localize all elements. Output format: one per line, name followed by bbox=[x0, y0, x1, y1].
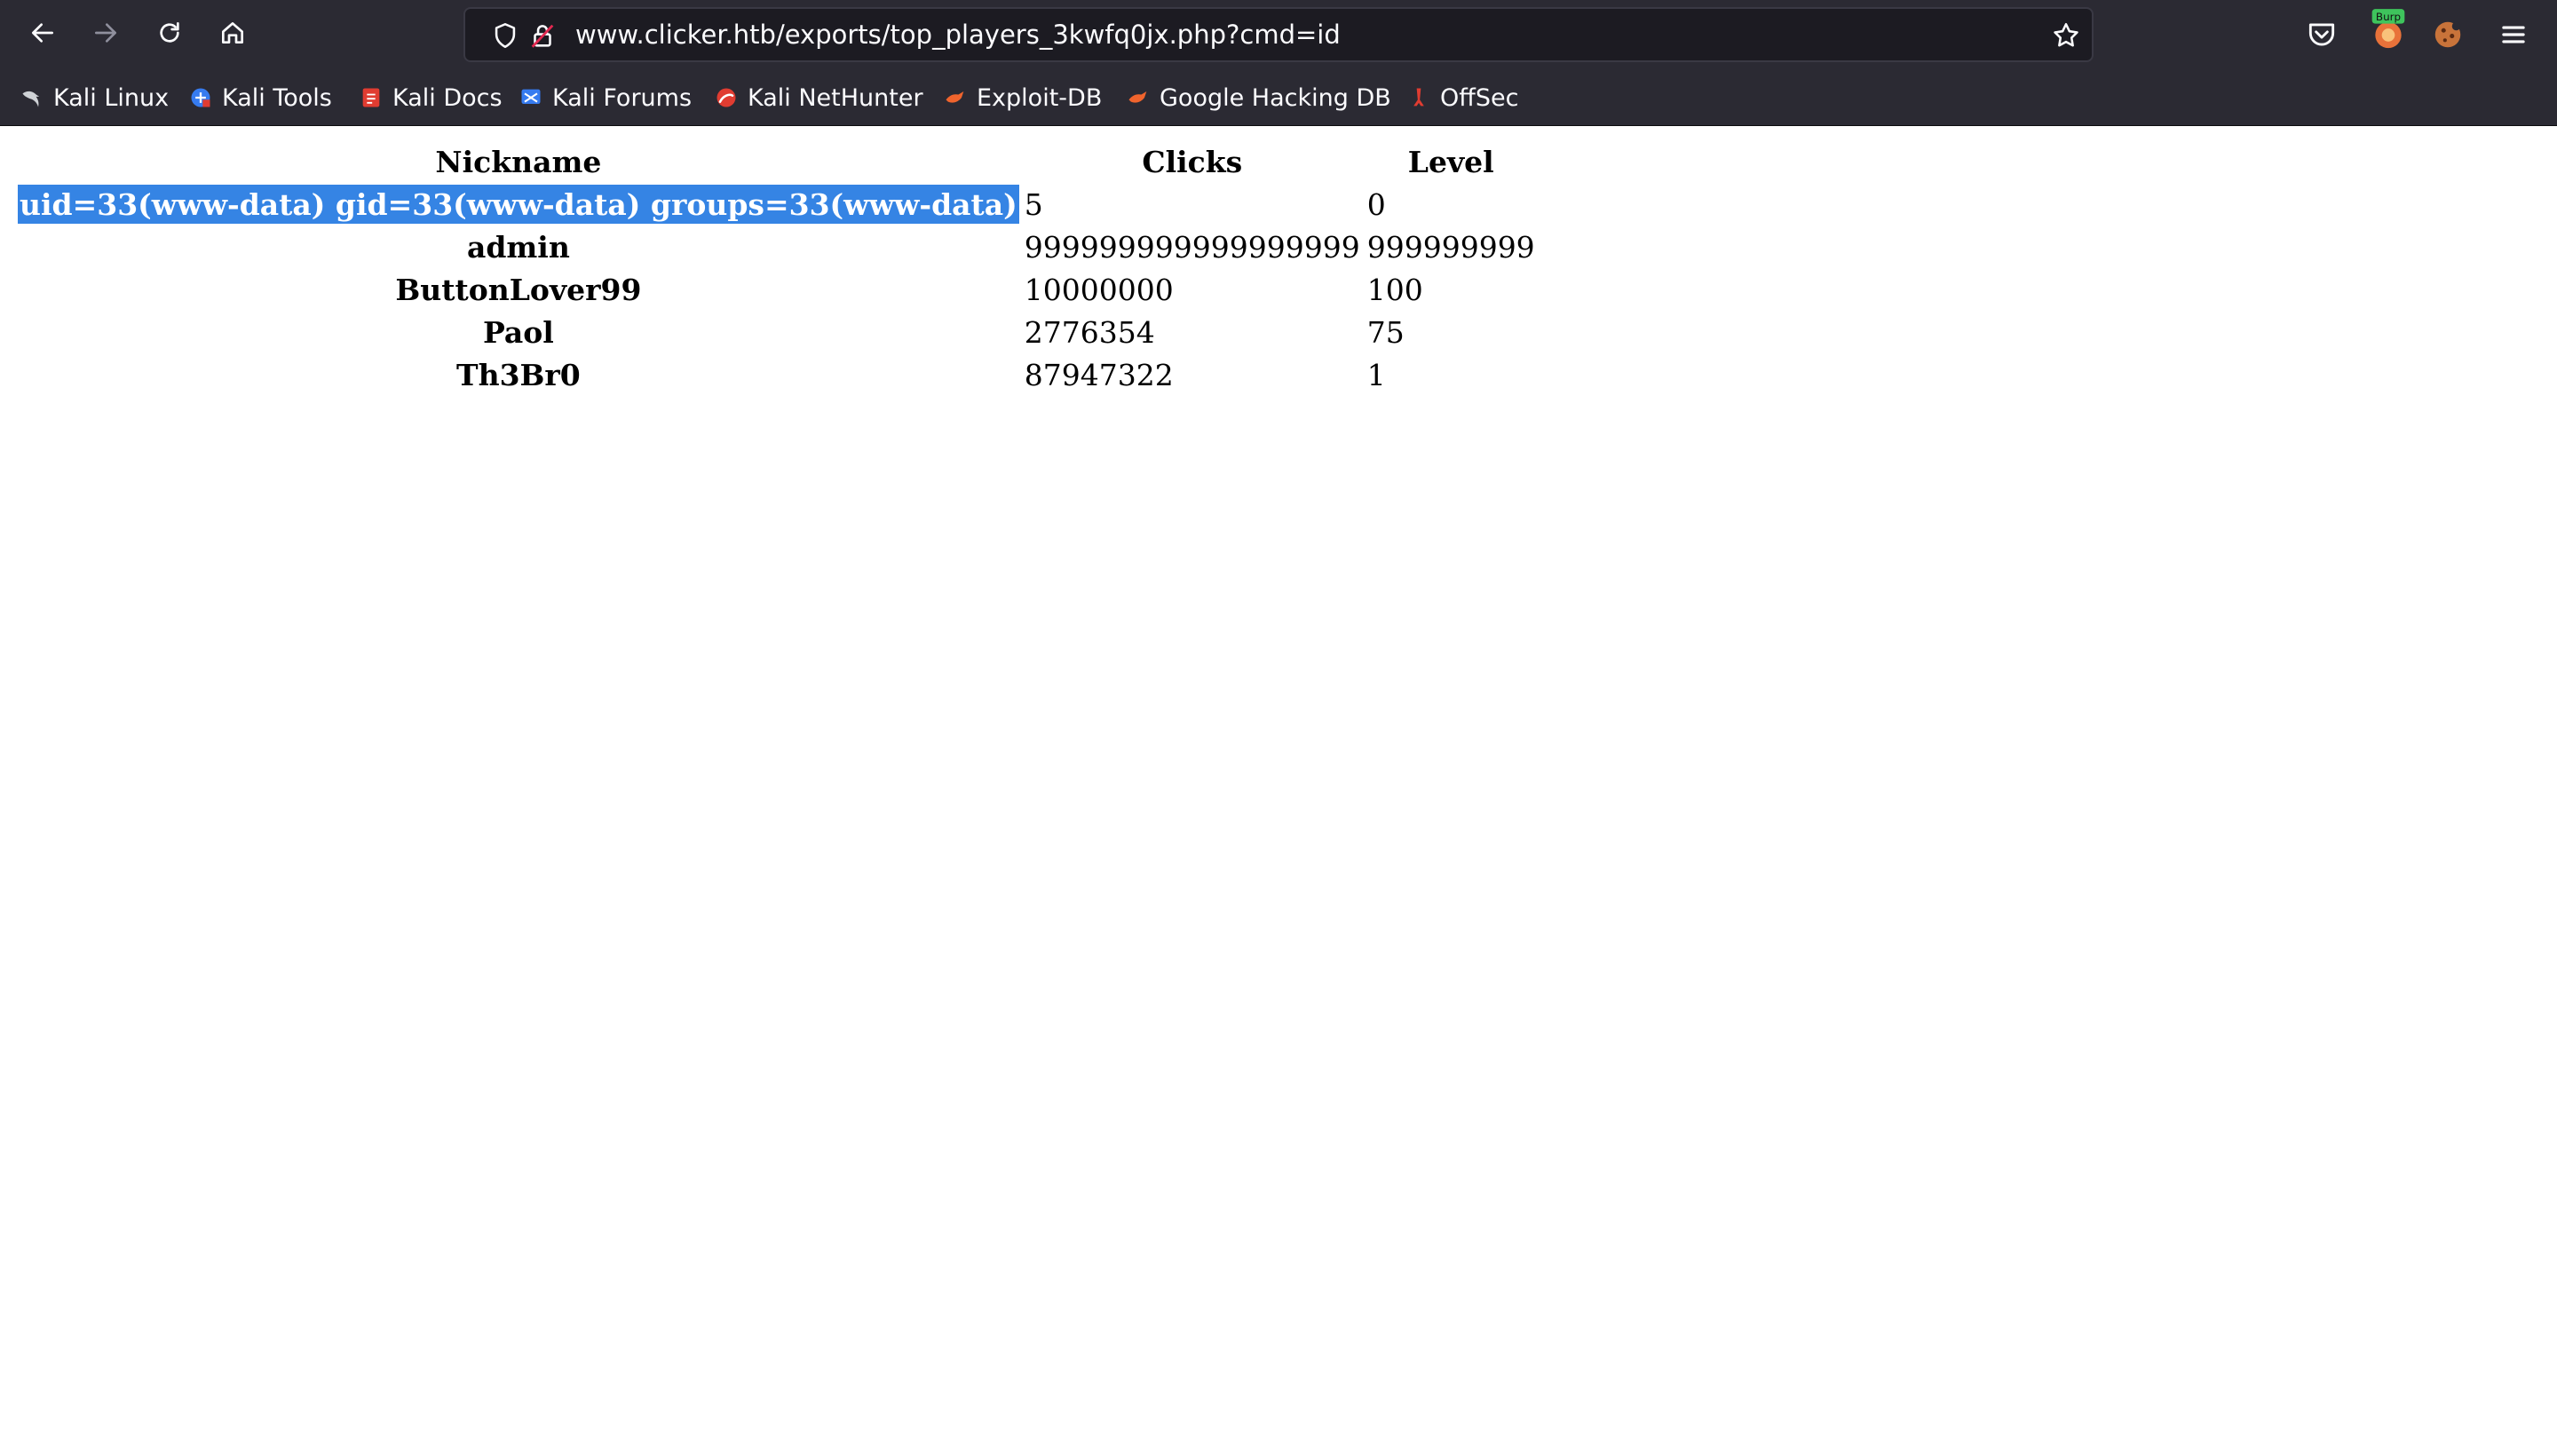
offsec-icon bbox=[1406, 85, 1431, 110]
pocket-icon[interactable] bbox=[2305, 18, 2339, 51]
table-row: uid=33(www-data) gid=33(www-data) groups… bbox=[18, 185, 1537, 224]
home-icon bbox=[218, 19, 247, 51]
bookmarks-bar: Kali Linux Kali Tools Kali Docs Kali For… bbox=[0, 69, 2557, 126]
players-table: Nickname Clicks Level uid=33(www-data) g… bbox=[14, 138, 1540, 398]
bookmark-offsec[interactable]: OffSec bbox=[1406, 80, 1518, 115]
table-row: ButtonLover99 10000000 100 bbox=[18, 270, 1537, 309]
nethunter-icon bbox=[714, 85, 739, 110]
level-cell: 1 bbox=[1366, 357, 1386, 392]
clicks-cell: 999999999999999999 bbox=[1024, 229, 1360, 265]
kali-docs-icon bbox=[359, 85, 384, 110]
level-cell: 100 bbox=[1366, 272, 1423, 307]
arrow-right-icon bbox=[91, 19, 120, 51]
reload-icon bbox=[155, 19, 184, 51]
bookmark-kali-linux[interactable]: Kali Linux bbox=[20, 80, 169, 115]
table-row: admin 999999999999999999 999999999 bbox=[18, 227, 1537, 266]
hamburger-menu-icon[interactable] bbox=[2497, 18, 2530, 51]
shield-icon[interactable] bbox=[490, 20, 520, 51]
header-level: Level bbox=[1407, 144, 1494, 179]
forward-button[interactable] bbox=[86, 15, 125, 54]
table-header-row: Nickname Clicks Level bbox=[18, 142, 1537, 181]
bookmark-google-hacking-db[interactable]: Google Hacking DB bbox=[1126, 80, 1391, 115]
kali-dragon-icon bbox=[20, 85, 44, 110]
header-clicks: Clicks bbox=[1142, 144, 1243, 179]
table-row: Th3Br0 87947322 1 bbox=[18, 355, 1537, 394]
nickname-cell: ButtonLover99 bbox=[395, 272, 642, 307]
exploit-db-icon bbox=[943, 85, 968, 110]
star-icon[interactable] bbox=[2051, 20, 2081, 51]
browser-toolbar: www.clicker.htb/exports/top_players_3kwf… bbox=[0, 0, 2557, 69]
clicks-cell: 10000000 bbox=[1024, 272, 1174, 307]
nickname-cell: admin bbox=[466, 229, 570, 265]
kali-tools-icon bbox=[188, 85, 213, 110]
bookmark-kali-forums[interactable]: Kali Forums bbox=[519, 80, 692, 115]
home-button[interactable] bbox=[213, 15, 252, 54]
level-cell: 75 bbox=[1366, 314, 1405, 350]
page-content: Nickname Clicks Level uid=33(www-data) g… bbox=[0, 126, 2557, 1456]
reload-button[interactable] bbox=[150, 15, 189, 54]
lock-icon[interactable] bbox=[527, 20, 558, 51]
kali-forums-icon bbox=[519, 85, 543, 110]
clicks-cell: 2776354 bbox=[1024, 314, 1155, 350]
table-row: Paol 2776354 75 bbox=[18, 313, 1537, 352]
nickname-cell: Th3Br0 bbox=[456, 357, 581, 392]
nickname-cell: uid=33(www-data) gid=33(www-data) groups… bbox=[18, 185, 1019, 224]
bookmark-kali-nethunter[interactable]: Kali NetHunter bbox=[714, 80, 923, 115]
level-cell: 999999999 bbox=[1366, 229, 1535, 265]
arrow-left-icon bbox=[28, 19, 57, 51]
cookie-icon[interactable] bbox=[2431, 18, 2465, 51]
clicks-cell: 5 bbox=[1024, 186, 1043, 222]
header-nickname: Nickname bbox=[435, 144, 602, 179]
burp-badge: Burp bbox=[2376, 11, 2401, 23]
clicks-cell: 87947322 bbox=[1024, 357, 1174, 392]
bookmark-kali-docs[interactable]: Kali Docs bbox=[359, 80, 503, 115]
burp-extension-icon[interactable]: Burp bbox=[2369, 9, 2408, 51]
ghdb-icon bbox=[1126, 85, 1151, 110]
nickname-cell: Paol bbox=[482, 314, 554, 350]
url-bar[interactable]: www.clicker.htb/exports/top_players_3kwf… bbox=[463, 7, 2094, 62]
back-button[interactable] bbox=[23, 15, 62, 54]
level-cell: 0 bbox=[1366, 186, 1386, 222]
url-text[interactable]: www.clicker.htb/exports/top_players_3kwf… bbox=[575, 9, 1341, 60]
bookmark-kali-tools[interactable]: Kali Tools bbox=[188, 80, 332, 115]
bookmark-exploit-db[interactable]: Exploit-DB bbox=[943, 80, 1102, 115]
